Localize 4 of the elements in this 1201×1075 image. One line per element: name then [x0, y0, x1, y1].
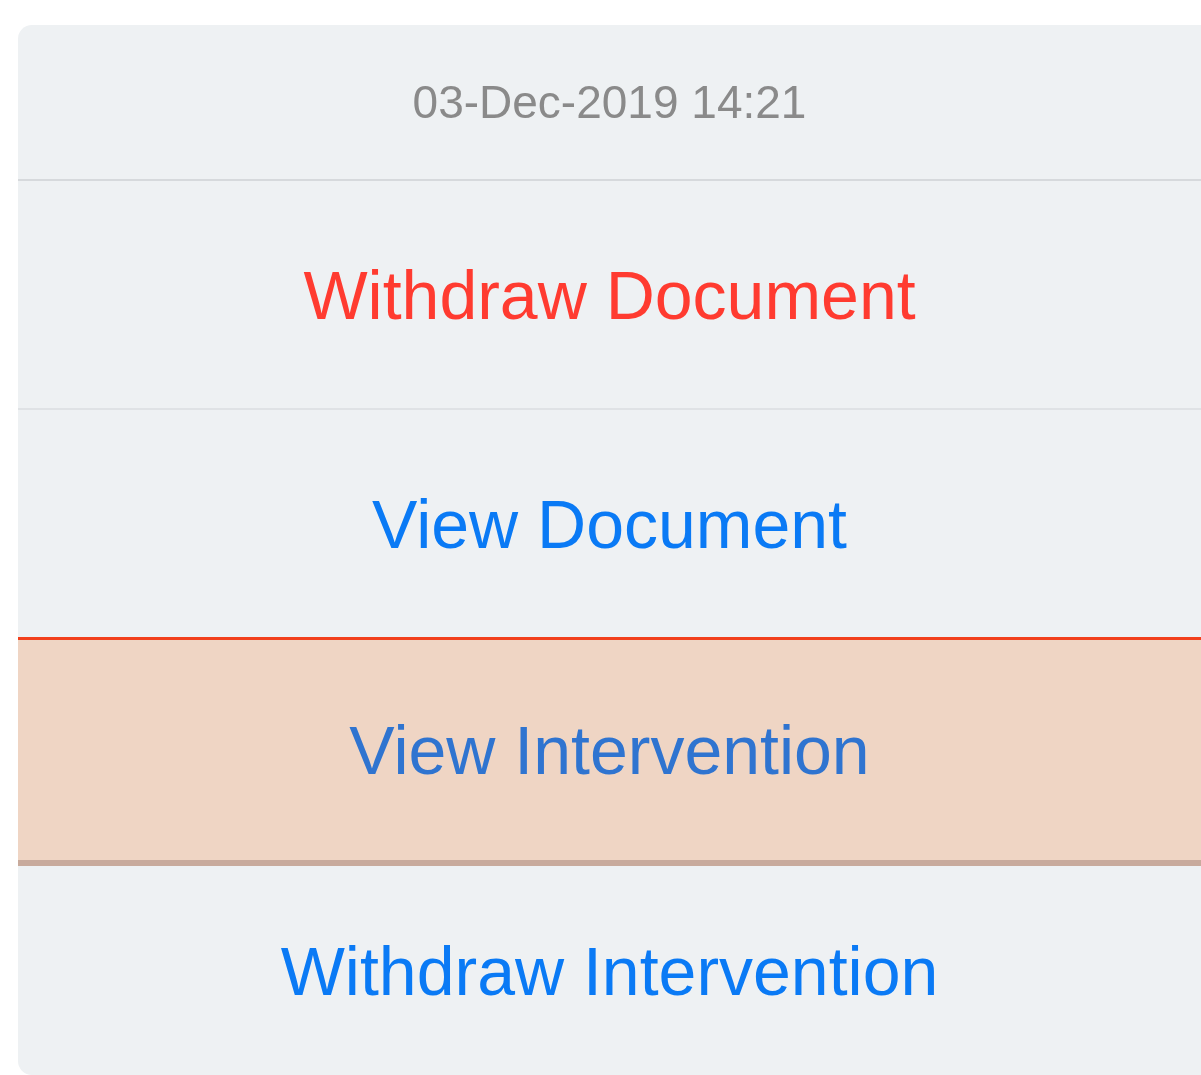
sheet-title: 03-Dec-2019 14:21 — [412, 75, 807, 129]
action-button[interactable]: Withdraw Intervention — [18, 866, 1201, 1075]
action-button[interactable]: Withdraw Document — [18, 181, 1201, 410]
action-button[interactable]: View Intervention — [18, 637, 1201, 866]
